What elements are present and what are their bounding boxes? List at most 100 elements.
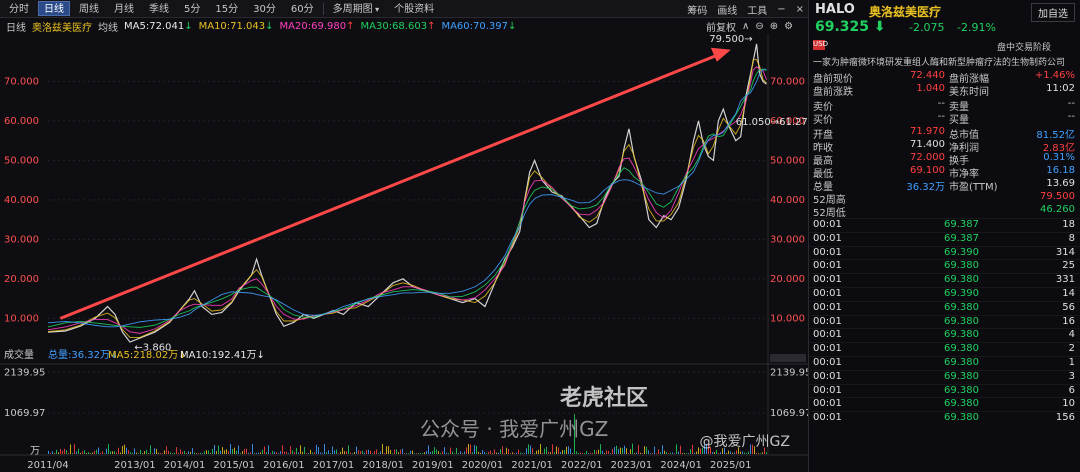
zoom-in-icon[interactable]: ⊕ bbox=[770, 21, 778, 32]
volume-bar bbox=[450, 447, 451, 454]
xtick-label: 2011/04 bbox=[27, 460, 69, 471]
volume-bar bbox=[622, 448, 623, 454]
volume-bar bbox=[82, 451, 83, 454]
tab-daily[interactable]: 日线 bbox=[38, 1, 70, 16]
volume-bar bbox=[740, 451, 741, 454]
tick-row: 00:01 69.380 6 bbox=[809, 383, 1080, 397]
volume-bar bbox=[352, 453, 353, 454]
stat-row: 最低 69.100 市净率 16.18 bbox=[809, 165, 1080, 180]
volume-bar bbox=[126, 447, 127, 454]
volume-bar bbox=[654, 446, 655, 454]
volume-bar bbox=[446, 452, 447, 454]
volume-bar bbox=[294, 452, 295, 454]
tab-quarterly[interactable]: 季线 bbox=[143, 1, 175, 16]
tick-row: 00:01 69.380 2 bbox=[809, 342, 1080, 355]
tick-row: 00:01 69.380 156 bbox=[809, 411, 1080, 424]
volume-bar bbox=[532, 448, 533, 454]
vol-ytick-right: 2139.95 bbox=[770, 367, 808, 378]
volume-bar bbox=[268, 445, 269, 454]
volume-bar bbox=[216, 451, 217, 454]
xtick-label: 2016/01 bbox=[263, 460, 305, 471]
volume-bar bbox=[436, 449, 437, 454]
tick-volume: 156 bbox=[1055, 412, 1075, 424]
volume-bar bbox=[200, 452, 201, 454]
close-icon[interactable]: × bbox=[796, 4, 804, 15]
volume-bar bbox=[94, 451, 95, 454]
volume-bar bbox=[96, 449, 97, 454]
trading-phase: 盘中交易阶段 bbox=[997, 43, 1052, 53]
volume-bar bbox=[116, 452, 117, 454]
tab-weekly[interactable]: 周线 bbox=[73, 1, 105, 16]
chips-button[interactable]: 筹码 bbox=[687, 2, 707, 17]
tab-60min[interactable]: 60分 bbox=[285, 1, 320, 16]
volume-bar bbox=[554, 452, 555, 454]
tick-price: 69.387 bbox=[944, 232, 979, 244]
kline-chart[interactable]: 10.000 10.000 20.000 20.000 30.000 30.000 40.0… bbox=[0, 34, 811, 472]
volume-bar bbox=[498, 452, 499, 454]
volume-bar bbox=[244, 448, 245, 454]
volume-bar bbox=[198, 453, 199, 454]
tick-volume: 3 bbox=[1068, 370, 1075, 382]
volume-bar bbox=[192, 448, 193, 454]
volume-bar bbox=[440, 453, 441, 454]
price-chart-svg[interactable]: 10.000 10.000 20.000 20.000 30.000 30.000 40.0… bbox=[0, 34, 811, 472]
volume-bar bbox=[52, 451, 53, 454]
settings-icon[interactable]: ⚙ bbox=[784, 21, 793, 32]
volume-bar bbox=[516, 452, 517, 454]
volume-bar bbox=[302, 451, 303, 454]
volume-bar bbox=[594, 449, 595, 454]
volume-bar bbox=[392, 453, 393, 454]
tab-15min[interactable]: 15分 bbox=[209, 1, 244, 16]
row-value-2: 79.500 bbox=[1040, 191, 1075, 202]
volume-bar bbox=[582, 452, 583, 454]
volume-bar bbox=[372, 453, 373, 454]
stat-row: 52周低 46.260 bbox=[809, 204, 1080, 219]
volume-bar bbox=[90, 453, 91, 454]
draw-button[interactable]: 画线 bbox=[717, 2, 737, 17]
volume-bar bbox=[136, 452, 137, 454]
volume-bar bbox=[624, 445, 625, 454]
tick-price: 69.380 bbox=[944, 301, 979, 313]
volume-bar bbox=[194, 452, 195, 454]
tab-monthly[interactable]: 月线 bbox=[108, 1, 140, 16]
quote-panel: HALO 奥洛兹美医疗 加自选 69.325 ⬇ -2.075 -2.91% USD 盘中交易… bbox=[808, 0, 1080, 472]
tick-time: 00:01 bbox=[813, 260, 842, 272]
volume-bar bbox=[314, 452, 315, 454]
volume-bar bbox=[104, 453, 105, 454]
volume-bar bbox=[162, 453, 163, 454]
tab-fenshi[interactable]: 分时 bbox=[3, 1, 35, 16]
volume-bar bbox=[506, 447, 507, 454]
tab-stock-info[interactable]: 个股资料 bbox=[388, 1, 440, 16]
volume-bar bbox=[322, 453, 323, 454]
volume-bar bbox=[432, 451, 433, 454]
ytick-left: 10.000 bbox=[4, 313, 39, 324]
xtick-label: 2015/01 bbox=[213, 460, 255, 471]
xtick-label: 2019/01 bbox=[412, 460, 454, 471]
volume-bar bbox=[56, 449, 57, 454]
volume-bar bbox=[308, 453, 309, 454]
volume-bar bbox=[520, 452, 521, 454]
ma-info-bar: 日线 奥洛兹美医疗 均线 MA5:72.041↓ MA10:71.043↓ MA… bbox=[0, 18, 808, 34]
volume-ma5: MA5:218.02万↓ bbox=[108, 350, 187, 361]
tab-5min[interactable]: 5分 bbox=[178, 1, 206, 16]
adjust-dropdown[interactable]: 前复权 bbox=[706, 19, 736, 34]
tick-row: 00:01 69.390 314 bbox=[809, 245, 1080, 259]
volume-bar bbox=[492, 453, 493, 454]
tab-30min[interactable]: 30分 bbox=[247, 1, 282, 16]
volume-bar bbox=[242, 451, 243, 454]
volume-bar bbox=[758, 453, 759, 454]
toolbar-right: 筹码 画线 工具 − × bbox=[677, 0, 804, 18]
volume-bar bbox=[494, 449, 495, 454]
zoom-out-icon[interactable]: ⊖ bbox=[755, 21, 763, 32]
volume-bar bbox=[290, 446, 291, 454]
collapse-icon[interactable]: ∧ bbox=[742, 21, 749, 32]
volume-bar bbox=[444, 447, 445, 454]
minimize-icon[interactable]: − bbox=[777, 4, 785, 15]
volume-bar bbox=[368, 449, 369, 454]
volume-bar bbox=[412, 450, 413, 454]
volume-bar bbox=[550, 452, 551, 454]
tab-multi-period[interactable]: 多周期图 bbox=[327, 1, 386, 16]
volume-bar bbox=[338, 453, 339, 454]
tools-button[interactable]: 工具 bbox=[747, 2, 767, 17]
volume-bar bbox=[390, 450, 391, 454]
